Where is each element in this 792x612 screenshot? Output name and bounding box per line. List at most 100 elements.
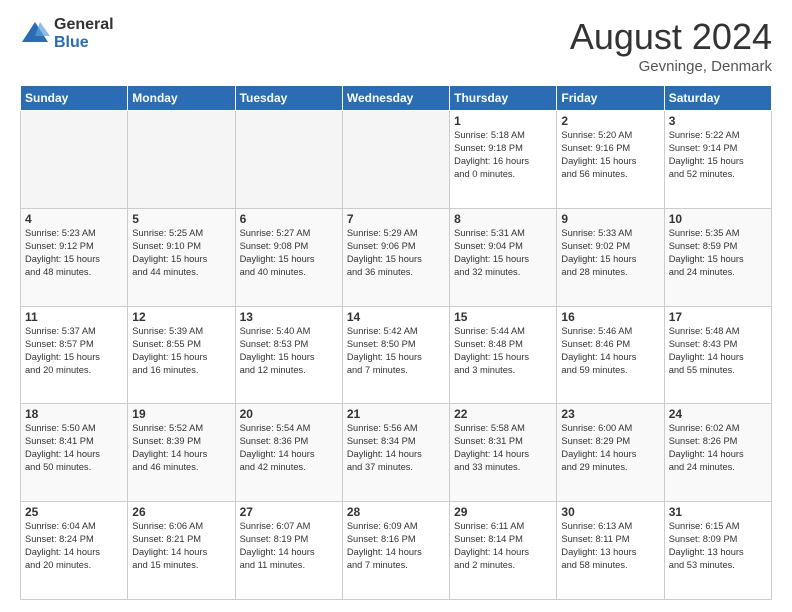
day-info: Sunrise: 5:54 AM Sunset: 8:36 PM Dayligh… bbox=[240, 422, 338, 474]
logo: General Blue bbox=[20, 16, 114, 51]
day-info: Sunrise: 6:02 AM Sunset: 8:26 PM Dayligh… bbox=[669, 422, 767, 474]
header: General Blue August 2024 Gevninge, Denma… bbox=[20, 16, 772, 75]
day-number: 23 bbox=[561, 407, 659, 421]
day-cell: 21Sunrise: 5:56 AM Sunset: 8:34 PM Dayli… bbox=[342, 404, 449, 502]
day-number: 26 bbox=[132, 505, 230, 519]
day-info: Sunrise: 5:18 AM Sunset: 9:18 PM Dayligh… bbox=[454, 129, 552, 181]
day-info: Sunrise: 6:06 AM Sunset: 8:21 PM Dayligh… bbox=[132, 520, 230, 572]
day-number: 9 bbox=[561, 212, 659, 226]
day-cell: 26Sunrise: 6:06 AM Sunset: 8:21 PM Dayli… bbox=[128, 502, 235, 600]
day-cell: 6Sunrise: 5:27 AM Sunset: 9:08 PM Daylig… bbox=[235, 208, 342, 306]
day-info: Sunrise: 6:15 AM Sunset: 8:09 PM Dayligh… bbox=[669, 520, 767, 572]
day-number: 17 bbox=[669, 310, 767, 324]
logo-blue: Blue bbox=[54, 34, 114, 52]
day-number: 3 bbox=[669, 114, 767, 128]
day-cell: 17Sunrise: 5:48 AM Sunset: 8:43 PM Dayli… bbox=[664, 306, 771, 404]
day-cell: 25Sunrise: 6:04 AM Sunset: 8:24 PM Dayli… bbox=[21, 502, 128, 600]
day-info: Sunrise: 5:52 AM Sunset: 8:39 PM Dayligh… bbox=[132, 422, 230, 474]
week-row-5: 25Sunrise: 6:04 AM Sunset: 8:24 PM Dayli… bbox=[21, 502, 772, 600]
col-header-wednesday: Wednesday bbox=[342, 86, 449, 111]
day-number: 15 bbox=[454, 310, 552, 324]
day-cell: 2Sunrise: 5:20 AM Sunset: 9:16 PM Daylig… bbox=[557, 111, 664, 209]
col-header-friday: Friday bbox=[557, 86, 664, 111]
day-cell: 5Sunrise: 5:25 AM Sunset: 9:10 PM Daylig… bbox=[128, 208, 235, 306]
week-row-1: 1Sunrise: 5:18 AM Sunset: 9:18 PM Daylig… bbox=[21, 111, 772, 209]
day-info: Sunrise: 5:39 AM Sunset: 8:55 PM Dayligh… bbox=[132, 325, 230, 377]
day-number: 4 bbox=[25, 212, 123, 226]
day-info: Sunrise: 5:33 AM Sunset: 9:02 PM Dayligh… bbox=[561, 227, 659, 279]
logo-icon bbox=[20, 20, 50, 48]
day-cell: 18Sunrise: 5:50 AM Sunset: 8:41 PM Dayli… bbox=[21, 404, 128, 502]
week-row-3: 11Sunrise: 5:37 AM Sunset: 8:57 PM Dayli… bbox=[21, 306, 772, 404]
day-cell: 9Sunrise: 5:33 AM Sunset: 9:02 PM Daylig… bbox=[557, 208, 664, 306]
title-block: August 2024 Gevninge, Denmark bbox=[570, 16, 772, 75]
day-cell: 19Sunrise: 5:52 AM Sunset: 8:39 PM Dayli… bbox=[128, 404, 235, 502]
day-info: Sunrise: 6:13 AM Sunset: 8:11 PM Dayligh… bbox=[561, 520, 659, 572]
day-cell: 11Sunrise: 5:37 AM Sunset: 8:57 PM Dayli… bbox=[21, 306, 128, 404]
day-info: Sunrise: 5:44 AM Sunset: 8:48 PM Dayligh… bbox=[454, 325, 552, 377]
day-cell bbox=[128, 111, 235, 209]
day-info: Sunrise: 5:48 AM Sunset: 8:43 PM Dayligh… bbox=[669, 325, 767, 377]
day-number: 1 bbox=[454, 114, 552, 128]
day-cell: 29Sunrise: 6:11 AM Sunset: 8:14 PM Dayli… bbox=[450, 502, 557, 600]
day-number: 22 bbox=[454, 407, 552, 421]
day-cell bbox=[342, 111, 449, 209]
day-cell: 24Sunrise: 6:02 AM Sunset: 8:26 PM Dayli… bbox=[664, 404, 771, 502]
day-info: Sunrise: 5:46 AM Sunset: 8:46 PM Dayligh… bbox=[561, 325, 659, 377]
day-cell: 28Sunrise: 6:09 AM Sunset: 8:16 PM Dayli… bbox=[342, 502, 449, 600]
calendar-table: SundayMondayTuesdayWednesdayThursdayFrid… bbox=[20, 85, 772, 600]
day-info: Sunrise: 5:50 AM Sunset: 8:41 PM Dayligh… bbox=[25, 422, 123, 474]
day-number: 2 bbox=[561, 114, 659, 128]
col-header-monday: Monday bbox=[128, 86, 235, 111]
day-cell: 10Sunrise: 5:35 AM Sunset: 8:59 PM Dayli… bbox=[664, 208, 771, 306]
day-info: Sunrise: 5:56 AM Sunset: 8:34 PM Dayligh… bbox=[347, 422, 445, 474]
header-row: SundayMondayTuesdayWednesdayThursdayFrid… bbox=[21, 86, 772, 111]
day-info: Sunrise: 5:31 AM Sunset: 9:04 PM Dayligh… bbox=[454, 227, 552, 279]
day-cell: 7Sunrise: 5:29 AM Sunset: 9:06 PM Daylig… bbox=[342, 208, 449, 306]
col-header-thursday: Thursday bbox=[450, 86, 557, 111]
day-number: 30 bbox=[561, 505, 659, 519]
day-info: Sunrise: 6:04 AM Sunset: 8:24 PM Dayligh… bbox=[25, 520, 123, 572]
day-info: Sunrise: 5:25 AM Sunset: 9:10 PM Dayligh… bbox=[132, 227, 230, 279]
day-cell: 4Sunrise: 5:23 AM Sunset: 9:12 PM Daylig… bbox=[21, 208, 128, 306]
day-cell: 20Sunrise: 5:54 AM Sunset: 8:36 PM Dayli… bbox=[235, 404, 342, 502]
day-number: 27 bbox=[240, 505, 338, 519]
day-number: 5 bbox=[132, 212, 230, 226]
day-info: Sunrise: 5:23 AM Sunset: 9:12 PM Dayligh… bbox=[25, 227, 123, 279]
day-info: Sunrise: 5:22 AM Sunset: 9:14 PM Dayligh… bbox=[669, 129, 767, 181]
day-cell: 3Sunrise: 5:22 AM Sunset: 9:14 PM Daylig… bbox=[664, 111, 771, 209]
day-cell bbox=[235, 111, 342, 209]
day-number: 7 bbox=[347, 212, 445, 226]
day-number: 13 bbox=[240, 310, 338, 324]
day-number: 25 bbox=[25, 505, 123, 519]
day-info: Sunrise: 5:42 AM Sunset: 8:50 PM Dayligh… bbox=[347, 325, 445, 377]
day-cell: 22Sunrise: 5:58 AM Sunset: 8:31 PM Dayli… bbox=[450, 404, 557, 502]
day-info: Sunrise: 5:37 AM Sunset: 8:57 PM Dayligh… bbox=[25, 325, 123, 377]
week-row-4: 18Sunrise: 5:50 AM Sunset: 8:41 PM Dayli… bbox=[21, 404, 772, 502]
day-number: 20 bbox=[240, 407, 338, 421]
day-info: Sunrise: 6:09 AM Sunset: 8:16 PM Dayligh… bbox=[347, 520, 445, 572]
day-number: 28 bbox=[347, 505, 445, 519]
day-cell: 1Sunrise: 5:18 AM Sunset: 9:18 PM Daylig… bbox=[450, 111, 557, 209]
day-cell bbox=[21, 111, 128, 209]
month-title: August 2024 bbox=[570, 16, 772, 58]
day-number: 12 bbox=[132, 310, 230, 324]
col-header-sunday: Sunday bbox=[21, 86, 128, 111]
day-cell: 15Sunrise: 5:44 AM Sunset: 8:48 PM Dayli… bbox=[450, 306, 557, 404]
day-cell: 27Sunrise: 6:07 AM Sunset: 8:19 PM Dayli… bbox=[235, 502, 342, 600]
day-number: 16 bbox=[561, 310, 659, 324]
day-cell: 23Sunrise: 6:00 AM Sunset: 8:29 PM Dayli… bbox=[557, 404, 664, 502]
day-number: 18 bbox=[25, 407, 123, 421]
day-info: Sunrise: 6:07 AM Sunset: 8:19 PM Dayligh… bbox=[240, 520, 338, 572]
logo-general: General bbox=[54, 16, 114, 34]
week-row-2: 4Sunrise: 5:23 AM Sunset: 9:12 PM Daylig… bbox=[21, 208, 772, 306]
day-info: Sunrise: 5:29 AM Sunset: 9:06 PM Dayligh… bbox=[347, 227, 445, 279]
day-number: 24 bbox=[669, 407, 767, 421]
day-info: Sunrise: 6:11 AM Sunset: 8:14 PM Dayligh… bbox=[454, 520, 552, 572]
day-number: 31 bbox=[669, 505, 767, 519]
day-cell: 14Sunrise: 5:42 AM Sunset: 8:50 PM Dayli… bbox=[342, 306, 449, 404]
logo-text: General Blue bbox=[54, 16, 114, 51]
day-info: Sunrise: 5:40 AM Sunset: 8:53 PM Dayligh… bbox=[240, 325, 338, 377]
day-info: Sunrise: 5:58 AM Sunset: 8:31 PM Dayligh… bbox=[454, 422, 552, 474]
location: Gevninge, Denmark bbox=[570, 58, 772, 75]
